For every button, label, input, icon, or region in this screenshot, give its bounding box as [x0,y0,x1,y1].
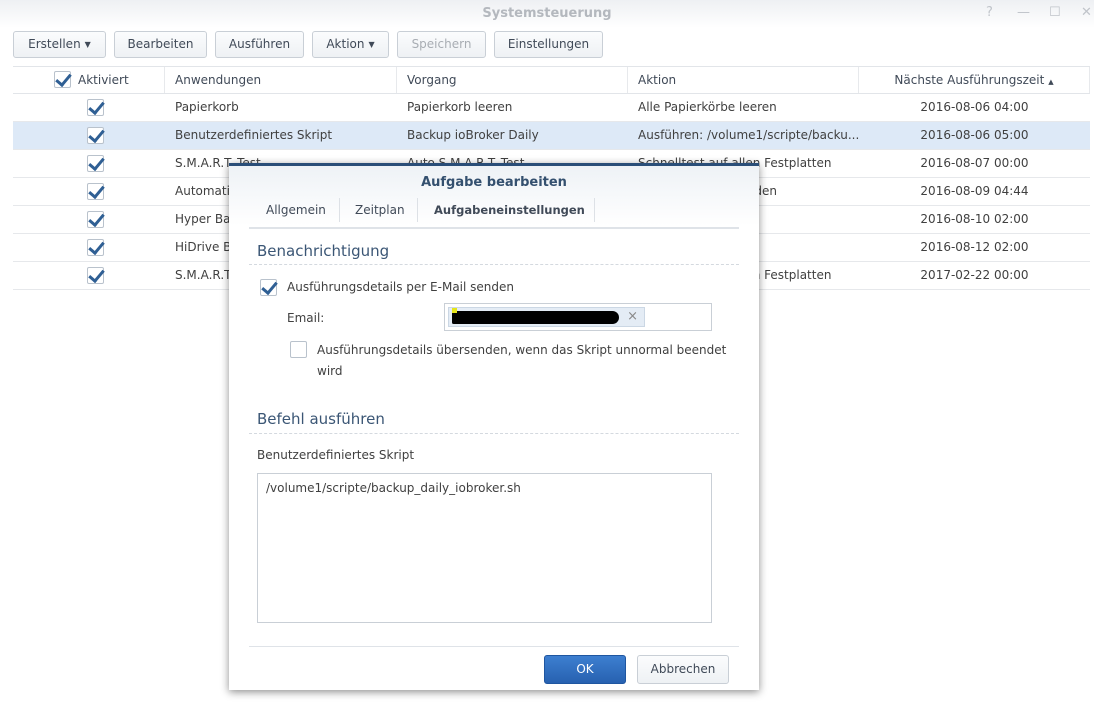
save-button[interactable]: Speichern [397,31,486,58]
send-email-checkbox[interactable] [260,279,277,296]
row-enabled-checkbox[interactable] [87,211,104,228]
header-aktiviert-label: Aktiviert [78,73,129,87]
cancel-button[interactable]: Abbrechen [637,655,729,684]
footer-divider [249,646,739,647]
window-titlebar: Systemsteuerung ? — ☐ ✕ [0,0,1094,28]
tab-allgemein[interactable]: Allgemein [266,203,326,217]
ok-button[interactable]: OK [544,655,626,684]
action-button[interactable]: Aktion ▼ [312,31,389,58]
header-anwendungen[interactable]: Anwendungen [165,67,397,93]
header-naechste[interactable]: Nächste Ausführungszeit ▲ [859,67,1090,93]
edit-task-dialog: Aufgabe bearbeiten Allgemein Zeitplan Au… [229,163,759,690]
tab-underline [249,227,739,229]
remove-email-icon[interactable]: × [627,309,638,324]
script-label: Benutzerdefiniertes Skript [257,448,415,462]
action-label: Aktion [326,37,365,51]
command-heading: Befehl ausführen [257,410,385,428]
edit-button[interactable]: Bearbeiten [114,31,207,58]
email-token: × [448,307,645,327]
row-enabled-checkbox[interactable] [87,155,104,172]
divider [249,433,739,434]
tab-aufgabeneinstellungen[interactable]: Aufgabeneinstellungen [434,203,585,217]
abnormal-exit-label: Ausführungsdetails übersenden, wenn das … [317,343,727,357]
caret-down-icon: ▼ [84,40,91,49]
tab-divider [339,198,340,222]
cell-aktion: Alle Papierkörbe leeren [638,100,777,114]
create-label: Erstellen [28,37,81,51]
close-icon[interactable]: ✕ [1081,5,1092,20]
tab-divider [417,198,418,222]
cell-next-run: 2016-08-06 04:00 [920,100,1029,114]
sort-asc-icon: ▲ [1048,78,1054,86]
table-row[interactable]: Benutzerdefiniertes Skript Backup ioBrok… [13,122,1090,150]
dialog-title: Aufgabe bearbeiten [421,175,567,190]
row-enabled-checkbox[interactable] [87,127,104,144]
abnormal-exit-label-cont: wird [317,364,343,378]
script-textarea[interactable]: /volume1/scripte/backup_daily_iobroker.s… [257,473,712,623]
row-enabled-checkbox[interactable] [87,239,104,256]
divider [249,264,739,265]
table-row[interactable]: Papierkorb Papierkorb leeren Alle Papier… [13,94,1090,122]
settings-button[interactable]: Einstellungen [494,31,603,58]
email-input[interactable]: × [444,303,712,331]
cell-next-run: 2016-08-09 04:44 [920,184,1029,198]
row-enabled-checkbox[interactable] [87,267,104,284]
email-label: Email: [287,311,325,325]
token-marker [452,308,457,313]
row-enabled-checkbox[interactable] [87,183,104,200]
run-button[interactable]: Ausführen [215,31,304,58]
cell-vorgang: Papierkorb leeren [407,100,513,114]
tab-divider [594,198,595,222]
cell-app: Papierkorb [175,100,239,114]
cell-vorgang: Backup ioBroker Daily [407,128,539,142]
abnormal-exit-checkbox[interactable] [290,341,307,358]
help-icon[interactable]: ? [986,5,993,20]
redacted-email [452,311,619,324]
header-aktion[interactable]: Aktion [628,67,859,93]
select-all-checkbox[interactable] [54,71,71,88]
maximize-icon[interactable]: ☐ [1049,5,1061,20]
notification-heading: Benachrichtigung [257,242,390,260]
header-aktiviert[interactable]: Aktiviert [13,67,165,93]
cell-next-run: 2016-08-06 05:00 [920,128,1029,142]
cell-next-run: 2017-02-22 00:00 [920,268,1029,282]
row-enabled-checkbox[interactable] [87,99,104,116]
tab-zeitplan[interactable]: Zeitplan [355,203,405,217]
cell-next-run: 2016-08-07 00:00 [920,156,1029,170]
cell-aktion: Ausführen: /volume1/scripte/backu... [638,128,859,142]
header-vorgang[interactable]: Vorgang [397,67,628,93]
cell-app: Benutzerdefiniertes Skript [175,128,333,142]
send-email-label: Ausführungsdetails per E-Mail senden [287,280,515,294]
header-naechste-label: Nächste Ausführungszeit [894,73,1045,87]
cell-next-run: 2016-08-12 02:00 [920,240,1029,254]
caret-down-icon: ▼ [368,40,375,49]
create-button[interactable]: Erstellen ▼ [13,31,106,58]
cell-next-run: 2016-08-10 02:00 [920,212,1029,226]
minimize-icon[interactable]: — [1017,5,1030,20]
window-title: Systemsteuerung [482,6,612,21]
table-header: Aktiviert Anwendungen Vorgang Aktion Näc… [13,66,1090,94]
